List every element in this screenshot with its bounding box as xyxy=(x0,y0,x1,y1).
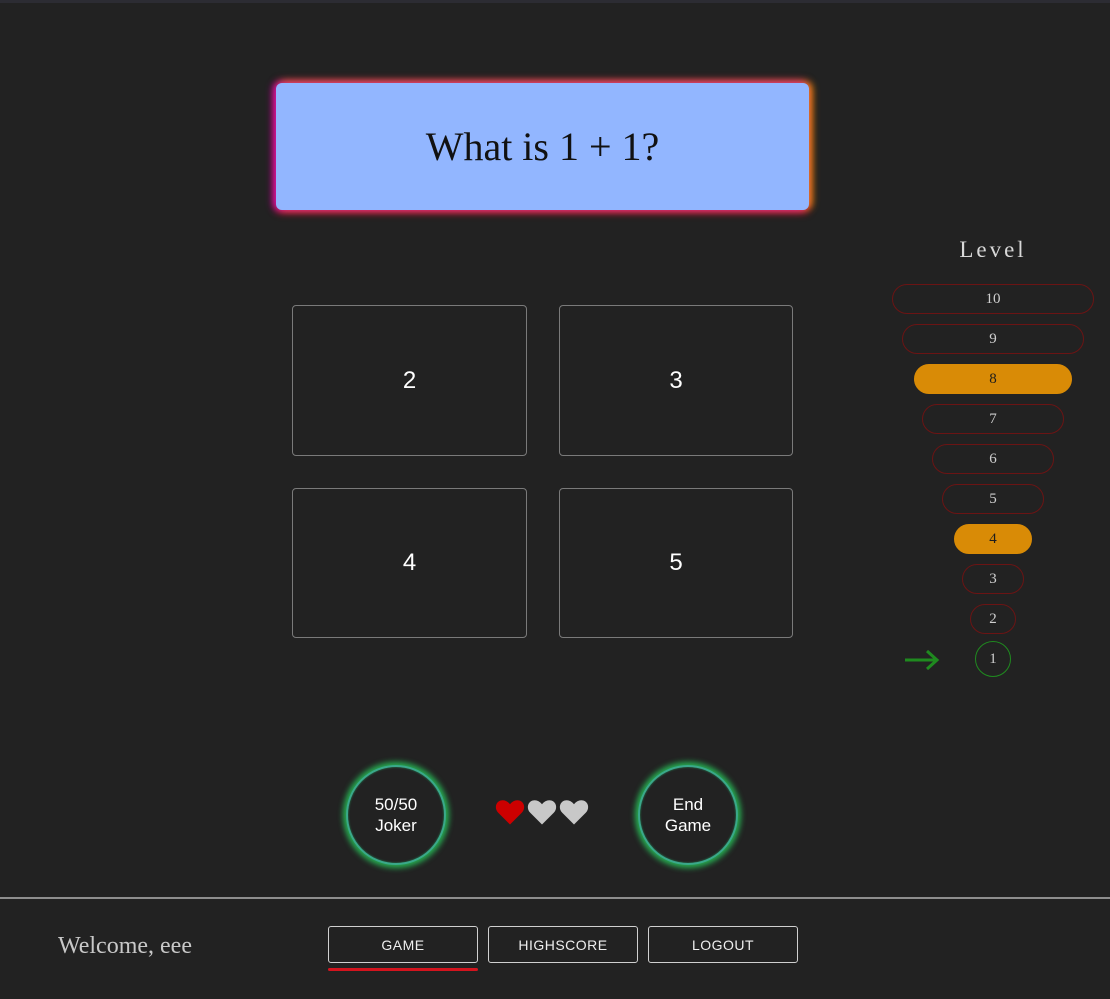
joker-5050-button[interactable]: 50/50 Joker xyxy=(346,765,446,865)
heart-empty-icon xyxy=(559,798,589,826)
level-step-5: 5 xyxy=(942,484,1044,514)
question-card: What is 1 + 1? xyxy=(276,83,809,210)
joker-label-line1: 50/50 xyxy=(374,795,418,814)
end-game-label-line2: Game xyxy=(664,816,712,835)
level-step-4: 4 xyxy=(954,524,1032,554)
footer-divider xyxy=(0,897,1110,899)
top-border xyxy=(0,0,1110,3)
nav-game-button[interactable]: GAME xyxy=(328,926,478,963)
answer-option-d[interactable]: 5 xyxy=(559,488,793,638)
level-step-9: 9 xyxy=(902,324,1084,354)
level-step-10: 10 xyxy=(892,284,1094,314)
answer-option-b[interactable]: 3 xyxy=(559,305,793,456)
heart-empty-icon xyxy=(527,798,557,826)
right-arrow-icon xyxy=(903,648,941,677)
level-title: Level xyxy=(959,237,1027,262)
nav-highscore-button[interactable]: HIGHSCORE xyxy=(488,926,638,963)
end-game-label-line1: End xyxy=(672,795,704,814)
lives-hearts xyxy=(495,798,589,826)
heart-filled-icon xyxy=(495,798,525,826)
level-step-8: 8 xyxy=(914,364,1072,394)
end-game-button[interactable]: End Game xyxy=(638,765,738,865)
answer-option-c[interactable]: 4 xyxy=(292,488,527,638)
welcome-text: Welcome, eee xyxy=(58,933,192,959)
level-step-2: 2 xyxy=(970,604,1016,634)
answer-option-a[interactable]: 2 xyxy=(292,305,527,456)
joker-label-line2: Joker xyxy=(375,816,417,835)
level-step-7: 7 xyxy=(922,404,1064,434)
active-tab-underline xyxy=(328,968,478,971)
level-step-1: 1 xyxy=(975,641,1011,677)
level-step-3: 3 xyxy=(962,564,1024,594)
nav-logout-button[interactable]: LOGOUT xyxy=(648,926,798,963)
level-step-6: 6 xyxy=(932,444,1054,474)
question-text: What is 1 + 1? xyxy=(425,124,660,169)
